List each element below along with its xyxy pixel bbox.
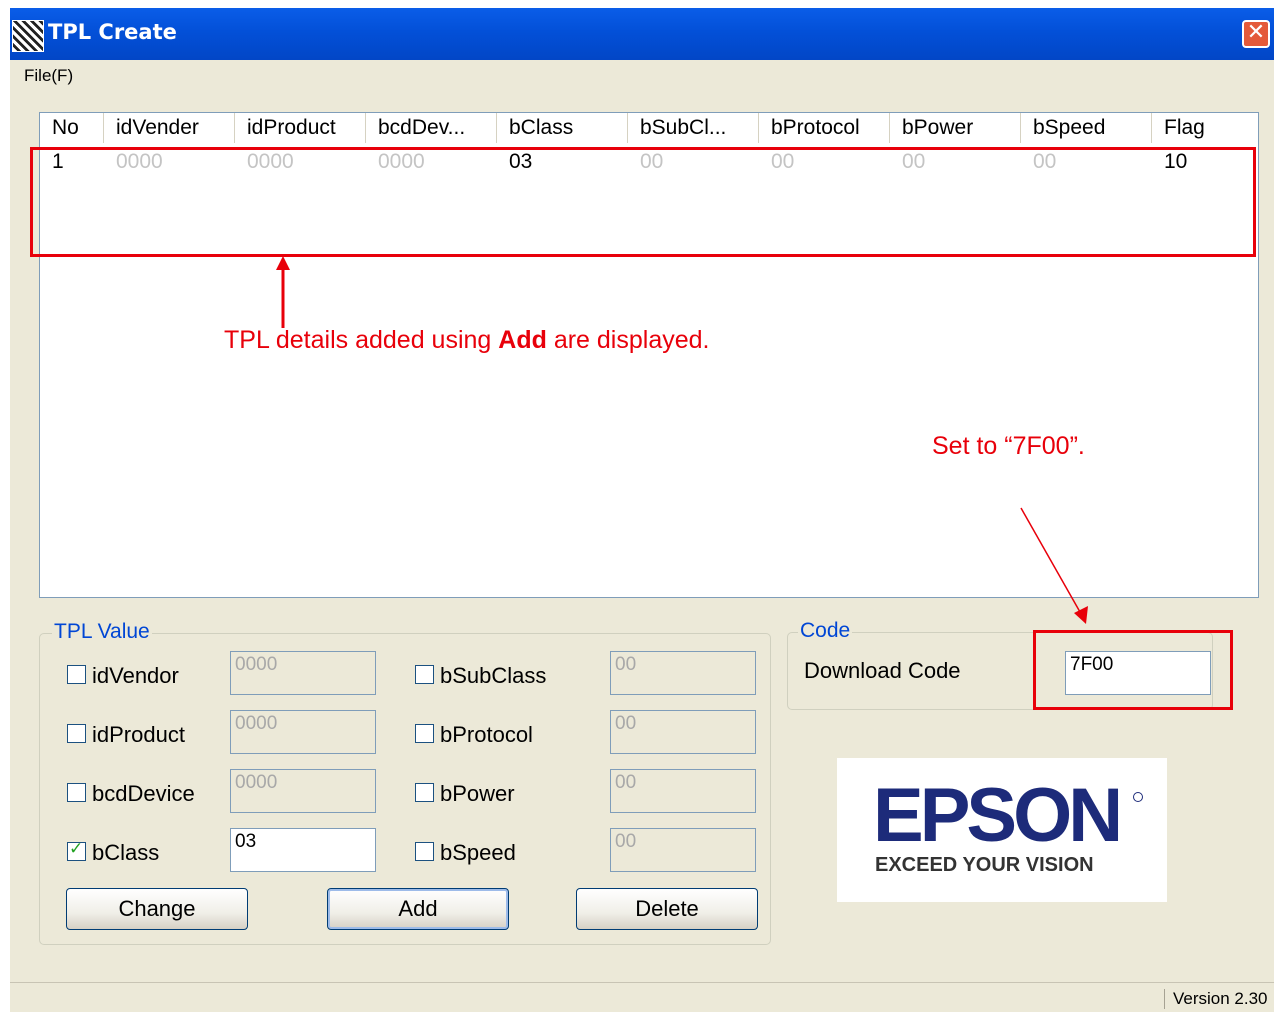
code-annotation: Set to “7F00”. bbox=[932, 432, 1085, 460]
bspeed-field[interactable]: 00 bbox=[610, 828, 756, 872]
bcddevice-checkbox[interactable] bbox=[67, 783, 86, 802]
version-label: Version 2.30 bbox=[1164, 989, 1268, 1009]
bprotocol-checkbox[interactable] bbox=[415, 724, 434, 743]
idproduct-label[interactable]: idProduct bbox=[92, 722, 185, 748]
bprotocol-label[interactable]: bProtocol bbox=[440, 722, 533, 748]
bspeed-checkbox[interactable] bbox=[415, 842, 434, 861]
up-arrow-head bbox=[276, 256, 290, 270]
idproduct-field[interactable]: 0000 bbox=[230, 710, 376, 754]
change-button[interactable]: Change bbox=[66, 888, 248, 930]
idvendor-label[interactable]: idVendor bbox=[92, 663, 179, 689]
bsubclass-field[interactable]: 00 bbox=[610, 651, 756, 695]
annotation-text-bold: Add bbox=[498, 326, 547, 354]
registered-mark-icon bbox=[1133, 792, 1143, 802]
bcddevice-field[interactable]: 0000 bbox=[230, 769, 376, 813]
code-legend: Code bbox=[798, 619, 853, 643]
status-bar: Version 2.30 bbox=[10, 982, 1274, 1012]
diagonal-arrow-head bbox=[1074, 606, 1088, 624]
download-code-label: Download Code bbox=[804, 658, 961, 683]
bclass-checkbox[interactable] bbox=[67, 839, 86, 861]
tpl-value-legend: TPL Value bbox=[52, 620, 152, 644]
tpl-create-window: TPL Create ✕ File(F) No idVender idProdu… bbox=[10, 8, 1274, 1012]
idvendor-checkbox[interactable] bbox=[67, 665, 86, 684]
delete-button[interactable]: Delete bbox=[576, 888, 758, 930]
bpower-checkbox[interactable] bbox=[415, 783, 434, 802]
bsubclass-checkbox[interactable] bbox=[415, 665, 434, 684]
bpower-field[interactable]: 00 bbox=[610, 769, 756, 813]
logo-tagline: EXCEED YOUR VISION bbox=[875, 854, 1094, 876]
bcddevice-label[interactable]: bcdDevice bbox=[92, 781, 195, 807]
bclass-field[interactable]: 03 bbox=[230, 828, 376, 872]
bsubclass-label[interactable]: bSubClass bbox=[440, 663, 546, 689]
annotation-text-post: are displayed. bbox=[546, 326, 710, 354]
idvendor-field[interactable]: 0000 bbox=[230, 651, 376, 695]
idproduct-checkbox[interactable] bbox=[67, 724, 86, 743]
annotation-text-pre: TPL details added using bbox=[224, 326, 499, 354]
bclass-label[interactable]: bClass bbox=[92, 840, 159, 866]
bspeed-label[interactable]: bSpeed bbox=[440, 840, 516, 866]
epson-logo: EPSON EXCEED YOUR VISION bbox=[837, 758, 1167, 902]
bprotocol-field[interactable]: 00 bbox=[610, 710, 756, 754]
bpower-label[interactable]: bPower bbox=[440, 781, 515, 807]
diagonal-arrow-line bbox=[1020, 507, 1081, 613]
add-button[interactable]: Add bbox=[327, 888, 509, 930]
logo-brand: EPSON bbox=[873, 773, 1123, 858]
list-annotation: TPL details added using Add are displaye… bbox=[224, 326, 709, 355]
download-code-highlight bbox=[1033, 630, 1233, 710]
